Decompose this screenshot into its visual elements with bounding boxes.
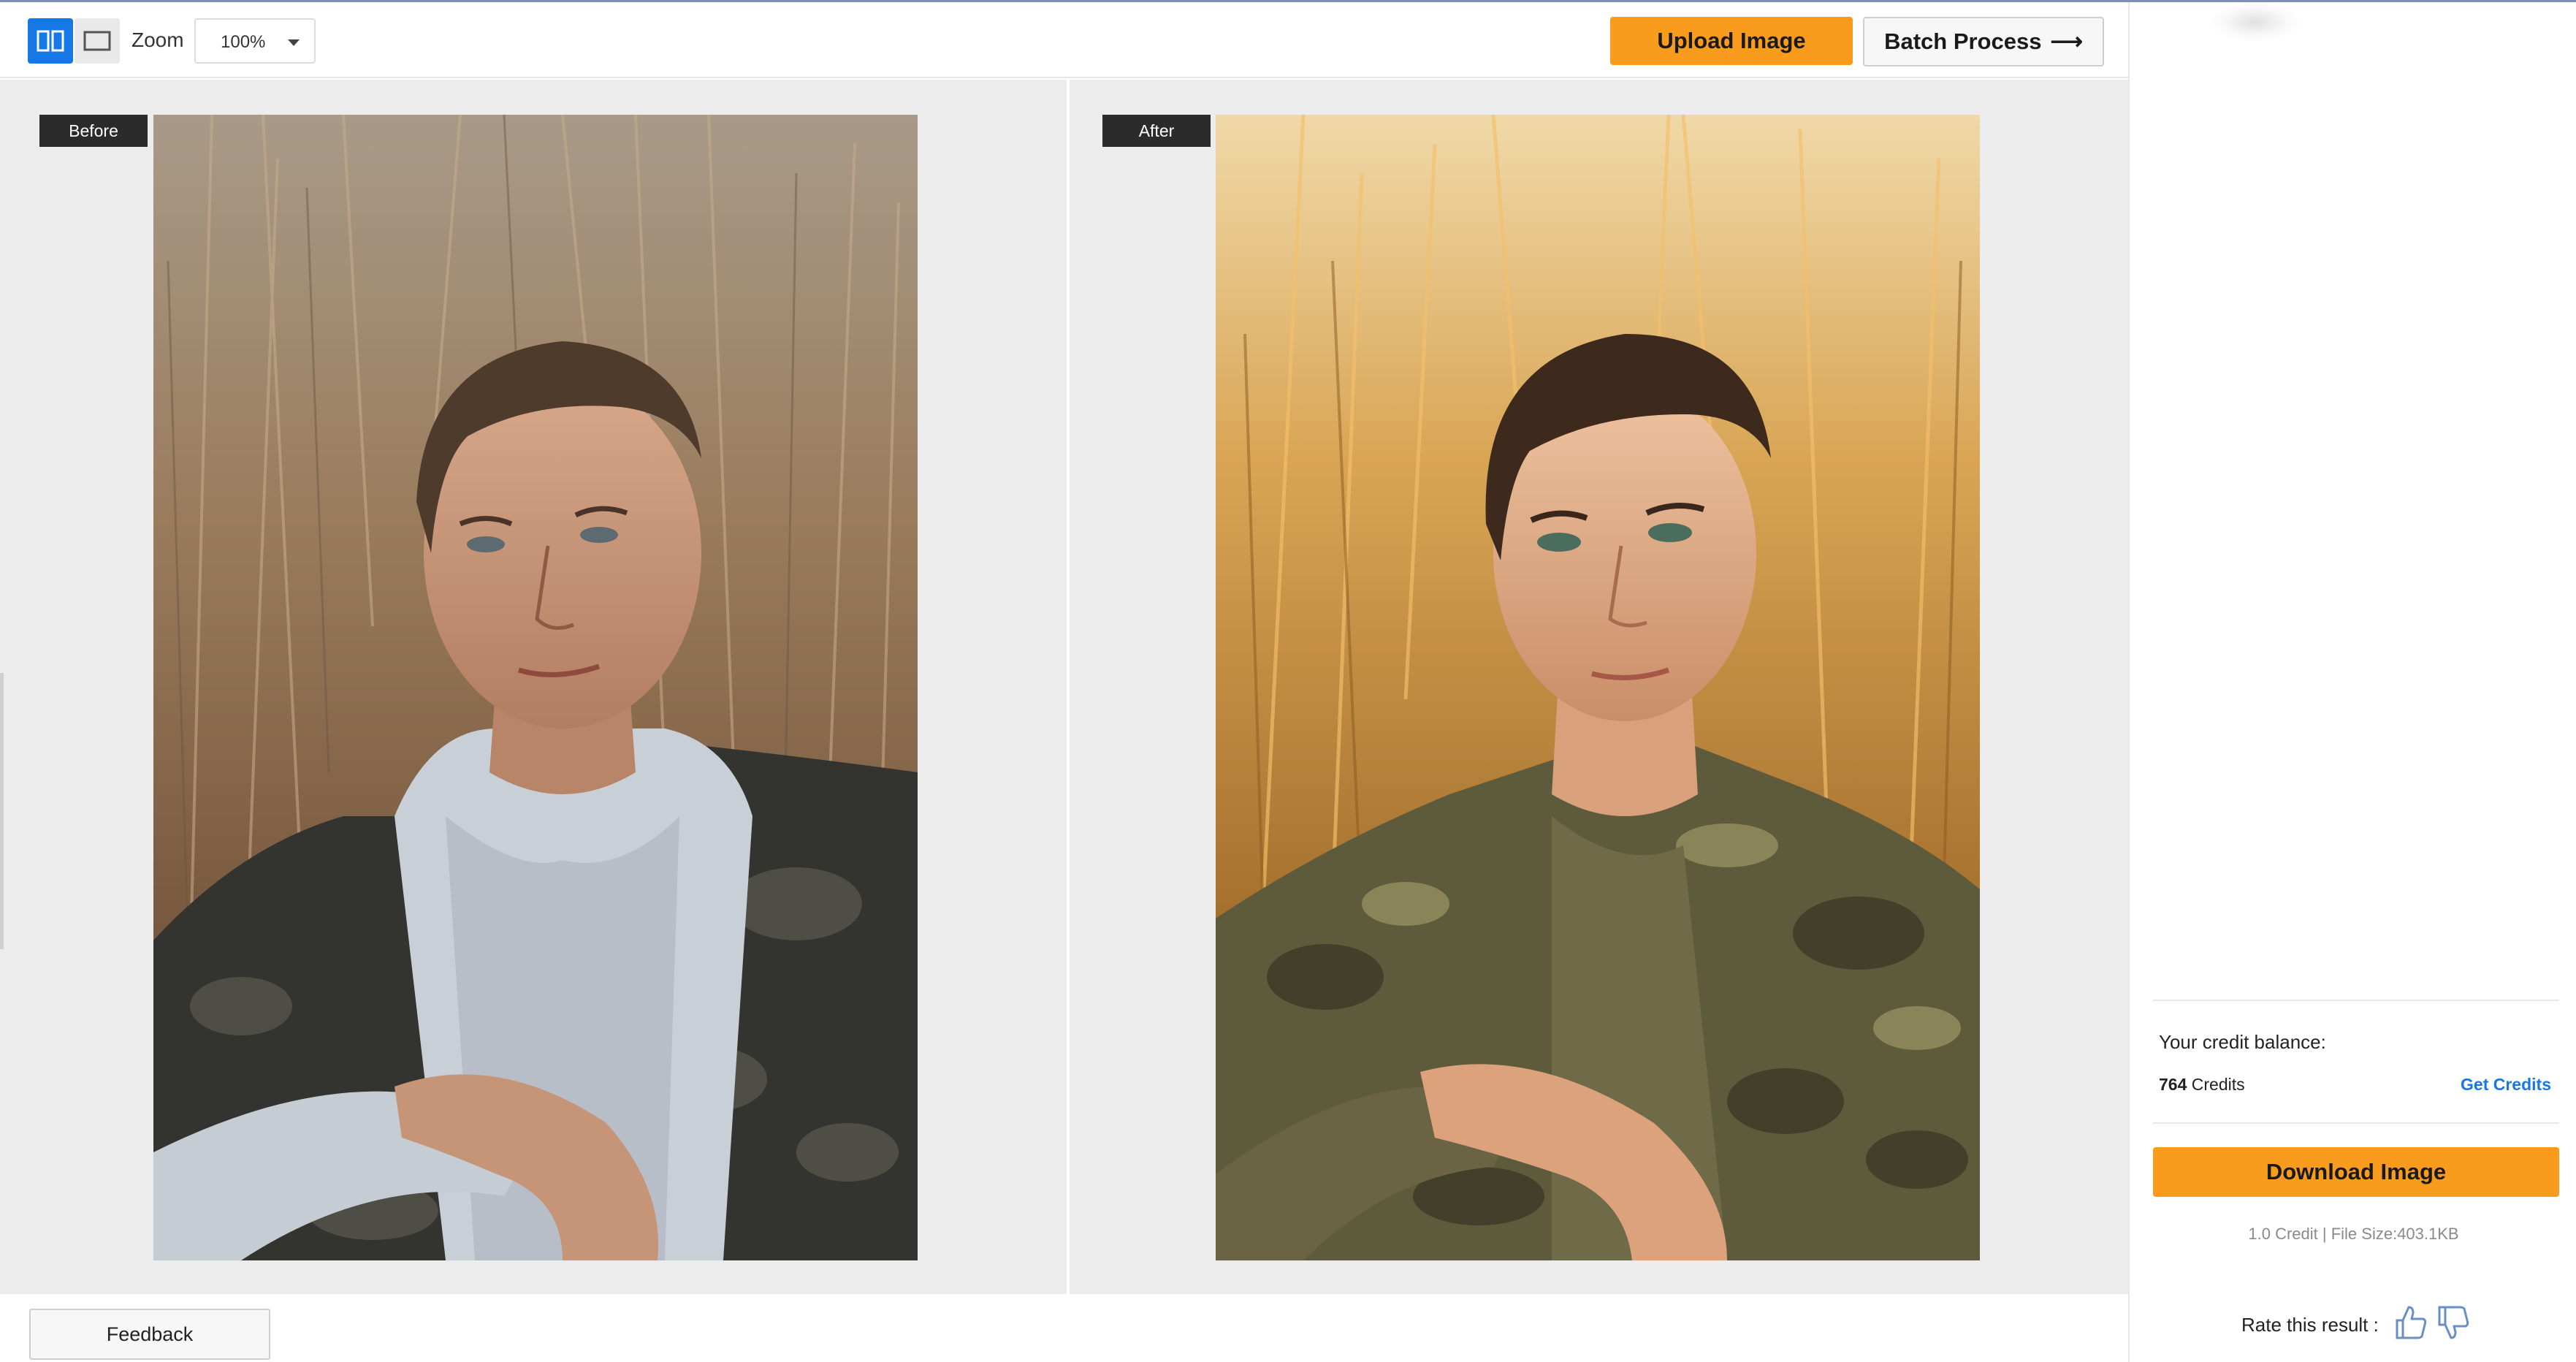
feedback-button[interactable]: Feedback: [29, 1309, 270, 1360]
chevron-down-icon: [288, 39, 300, 46]
before-panel: Before: [0, 80, 1067, 1294]
footer: Feedback: [0, 1294, 2128, 1362]
single-view-button[interactable]: [75, 18, 120, 64]
after-label: After: [1102, 115, 1211, 147]
after-image: [1216, 115, 1980, 1260]
split-view-icon: [37, 30, 64, 52]
blurred-avatar: [2211, 2, 2299, 42]
split-view-button[interactable]: [28, 18, 73, 64]
divider: [2153, 1000, 2559, 1001]
file-info: 1.0 Credit | File Size:403.1KB: [2248, 1225, 2459, 1243]
credit-count-value: 764: [2159, 1075, 2187, 1094]
before-image: [153, 115, 918, 1260]
download-image-button[interactable]: Download Image: [2153, 1147, 2559, 1197]
single-view-icon: [83, 31, 111, 51]
zoom-select[interactable]: 100%: [194, 18, 316, 64]
batch-process-button[interactable]: Batch Process ⟶: [1863, 17, 2104, 66]
credit-count: 764 Credits: [2159, 1075, 2245, 1095]
arrow-right-icon: ⟶: [2050, 28, 2083, 54]
before-label: Before: [39, 115, 148, 147]
sidebar: Your credit balance: 764 Credits Get Cre…: [2131, 2, 2576, 1362]
upload-image-button[interactable]: Upload Image: [1610, 17, 1853, 65]
thumbs-up-button[interactable]: [2393, 1303, 2429, 1342]
divider: [2153, 1122, 2559, 1124]
credit-unit: Credits: [2187, 1075, 2245, 1094]
batch-process-label: Batch Process: [1884, 28, 2042, 54]
after-panel: After: [1070, 80, 2128, 1294]
credit-balance-label: Your credit balance:: [2159, 1031, 2326, 1053]
thumbs-up-icon: [2396, 1306, 2427, 1339]
zoom-value: 100%: [221, 32, 266, 52]
workspace: Zoom 100% Upload Image Batch Process ⟶ B…: [0, 2, 2130, 1362]
thumbs-down-button[interactable]: [2435, 1303, 2472, 1342]
toolbar: Zoom 100% Upload Image Batch Process ⟶: [0, 2, 2128, 78]
thumbs-down-icon: [2438, 1306, 2469, 1339]
zoom-label: Zoom: [132, 28, 184, 51]
rate-result-label: Rate this result :: [2241, 1314, 2379, 1336]
get-credits-link[interactable]: Get Credits: [2461, 1075, 2551, 1095]
panel-scroll-indicator[interactable]: [0, 673, 4, 949]
